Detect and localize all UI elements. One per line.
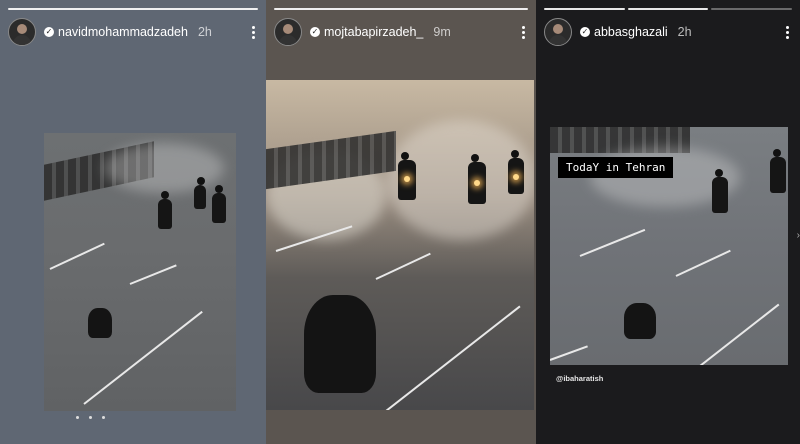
progress-segment [627, 8, 709, 10]
verified-icon: ✓ [580, 27, 590, 37]
motorcycle-rider [158, 191, 172, 229]
username[interactable]: navidmohammadzadeh [58, 25, 188, 39]
motorcycle-rider [712, 169, 728, 213]
motorcycle-rider [212, 185, 226, 223]
progress-segment [544, 8, 625, 10]
story-progress-bars [544, 8, 793, 11]
next-story-icon[interactable]: › [797, 230, 800, 241]
post-time: 2h [197, 25, 212, 39]
story-progress-bars [8, 8, 258, 11]
more-options-icon[interactable] [780, 25, 794, 39]
story-caption: TodaY in Tehran [558, 157, 674, 178]
verified-icon: ✓ [310, 27, 320, 37]
story-photo-2 [266, 80, 534, 410]
seated-person [624, 303, 656, 339]
progress-segment [8, 8, 258, 10]
post-time: 2h [677, 25, 692, 39]
username[interactable]: mojtabapirzadeh_ [324, 25, 423, 39]
seated-person [88, 308, 112, 338]
carousel-dots [76, 416, 105, 419]
story-header: ✓ navidmohammadzadeh 2h [8, 18, 260, 46]
username[interactable]: abbasghazali [594, 25, 668, 39]
progress-segment [711, 8, 793, 10]
progress-segment [274, 8, 528, 10]
motorcycle-rider [770, 149, 786, 193]
verified-icon: ✓ [44, 27, 54, 37]
story-photo-1 [44, 133, 236, 411]
avatar[interactable] [8, 18, 36, 46]
avatar[interactable] [274, 18, 302, 46]
story-header: ✓ abbasghazali 2h [544, 18, 794, 46]
story-header: ✓ mojtabapirzadeh_ 9m [274, 18, 530, 46]
motorcycle-rider [194, 177, 206, 209]
photo-credit[interactable]: @ibaharatish [556, 374, 603, 383]
post-time: 9m [433, 25, 451, 39]
seated-person [304, 295, 376, 393]
more-options-icon[interactable] [516, 25, 530, 39]
more-options-icon[interactable] [246, 25, 260, 39]
story-progress-bars [274, 8, 528, 11]
avatar[interactable] [544, 18, 572, 46]
